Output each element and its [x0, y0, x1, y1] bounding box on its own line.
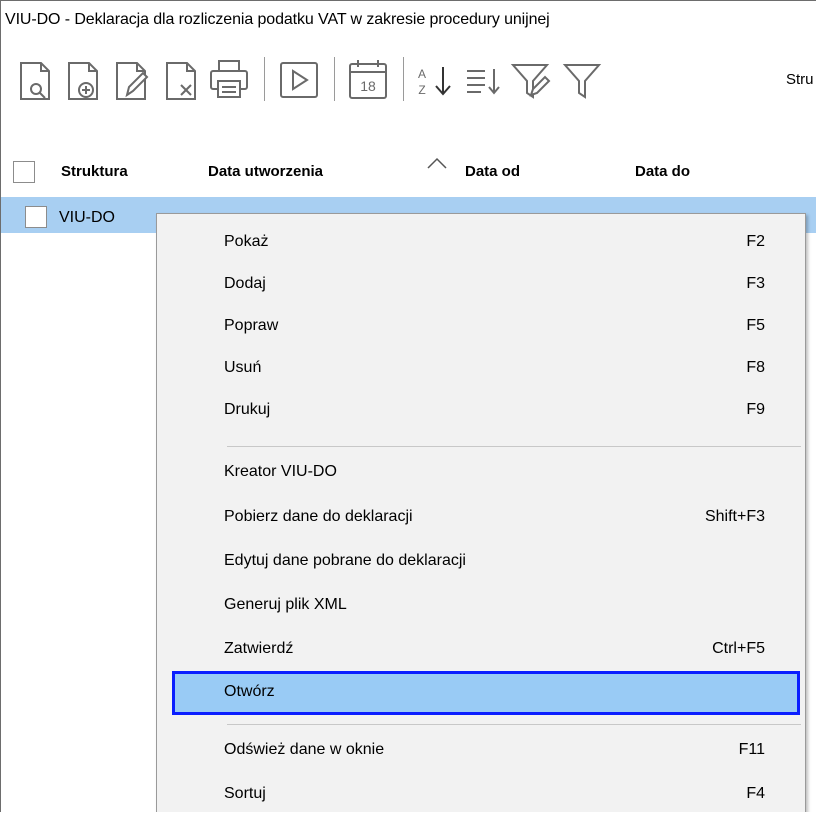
menu-item-kreator[interactable]: Kreator VIU-DO: [157, 452, 805, 492]
edit-icon[interactable]: [111, 51, 151, 107]
menu-item-pobierz-dane[interactable]: Pobierz dane do deklaracji Shift+F3: [157, 497, 805, 537]
menu-item-label: Sortuj: [224, 785, 266, 802]
menu-item-label: Pokaż: [224, 233, 269, 250]
menu-item-label: Otwórz: [224, 683, 275, 700]
menu-item-label: Kreator VIU-DO: [224, 463, 337, 480]
column-header-data-utworzenia[interactable]: Data utworzenia: [208, 163, 323, 180]
menu-item-label: Generuj plik XML: [224, 596, 347, 613]
menu-item-sortuj[interactable]: Sortuj F4: [157, 774, 805, 812]
menu-item-drukuj[interactable]: Drukuj F9: [157, 390, 805, 430]
table-header: Struktura Data utworzenia Data od Data d…: [1, 149, 816, 195]
menu-separator: [227, 446, 801, 447]
add-icon[interactable]: [63, 51, 103, 107]
app-window: VIU-DO - Deklaracja dla rozliczenia poda…: [0, 0, 816, 812]
menu-item-shortcut: F11: [738, 741, 765, 758]
preview-icon[interactable]: [15, 51, 55, 107]
filter-icon[interactable]: [561, 51, 605, 107]
menu-item-pokaz[interactable]: Pokaż F2: [157, 222, 805, 262]
menu-item-label: Pobierz dane do deklaracji: [224, 508, 413, 525]
menu-item-label: Edytuj dane pobrane do deklaracji: [224, 552, 466, 569]
filter-edit-icon[interactable]: [509, 51, 553, 107]
toolbar-separator: [403, 57, 404, 101]
menu-item-shortcut: F5: [746, 317, 765, 334]
toolbar-separator: [264, 57, 265, 101]
menu-item-shortcut: F4: [746, 785, 765, 802]
play-icon[interactable]: [275, 51, 323, 107]
menu-item-shortcut: F2: [746, 233, 765, 250]
sort-list-icon[interactable]: [461, 51, 505, 107]
window-title: VIU-DO - Deklaracja dla rozliczenia poda…: [5, 11, 550, 28]
menu-item-label: Drukuj: [224, 401, 271, 418]
row-struktura: VIU-DO: [59, 209, 115, 226]
menu-item-label: Usuń: [224, 359, 262, 376]
sort-z-letter: Z: [418, 83, 425, 97]
column-header-data-od[interactable]: Data od: [465, 163, 520, 180]
menu-item-shortcut: F3: [746, 275, 765, 292]
menu-item-shortcut: Ctrl+F5: [712, 640, 765, 657]
calendar-day: 18: [360, 78, 376, 94]
menu-item-label: Odśwież dane w oknie: [224, 741, 385, 758]
delete-icon[interactable]: [161, 51, 201, 107]
menu-item-shortcut: F8: [746, 359, 765, 376]
select-all-checkbox[interactable]: [13, 161, 35, 183]
menu-item-shortcut: F9: [746, 401, 765, 418]
menu-item-odswiez[interactable]: Odśwież dane w oknie F11: [157, 730, 805, 770]
menu-item-dodaj[interactable]: Dodaj F3: [157, 264, 805, 304]
print-icon[interactable]: [207, 51, 251, 107]
menu-item-label: Zatwierdź: [224, 640, 294, 657]
sort-ascending-icon: [425, 155, 449, 176]
calendar-icon[interactable]: 18: [344, 51, 392, 107]
sort-a-letter: A: [418, 67, 426, 81]
menu-item-shortcut: Shift+F3: [704, 508, 765, 525]
menu-item-usun[interactable]: Usuń F8: [157, 348, 805, 388]
toolbar: 18 A Z Stru: [1, 51, 816, 111]
menu-item-zatwierdz[interactable]: Zatwierdź Ctrl+F5: [157, 629, 805, 669]
context-menu: Pokaż F2 Dodaj F3 Popraw F5 Usuń F8 Druk…: [156, 213, 806, 812]
menu-separator: [227, 724, 801, 725]
toolbar-separator: [334, 57, 335, 101]
menu-item-popraw[interactable]: Popraw F5: [157, 306, 805, 346]
column-header-struktura[interactable]: Struktura: [61, 163, 128, 180]
menu-item-edytuj-dane[interactable]: Edytuj dane pobrane do deklaracji: [157, 541, 805, 581]
menu-item-label: Dodaj: [224, 275, 266, 292]
column-header-data-do[interactable]: Data do: [635, 163, 690, 180]
menu-item-otworz[interactable]: Otwórz: [172, 671, 800, 715]
toolbar-truncated-label[interactable]: Stru: [786, 71, 814, 88]
sort-az-icon[interactable]: A Z: [413, 51, 459, 107]
menu-item-generuj-xml[interactable]: Generuj plik XML: [157, 585, 805, 625]
row-checkbox[interactable]: [25, 206, 47, 228]
menu-item-label: Popraw: [224, 317, 279, 334]
